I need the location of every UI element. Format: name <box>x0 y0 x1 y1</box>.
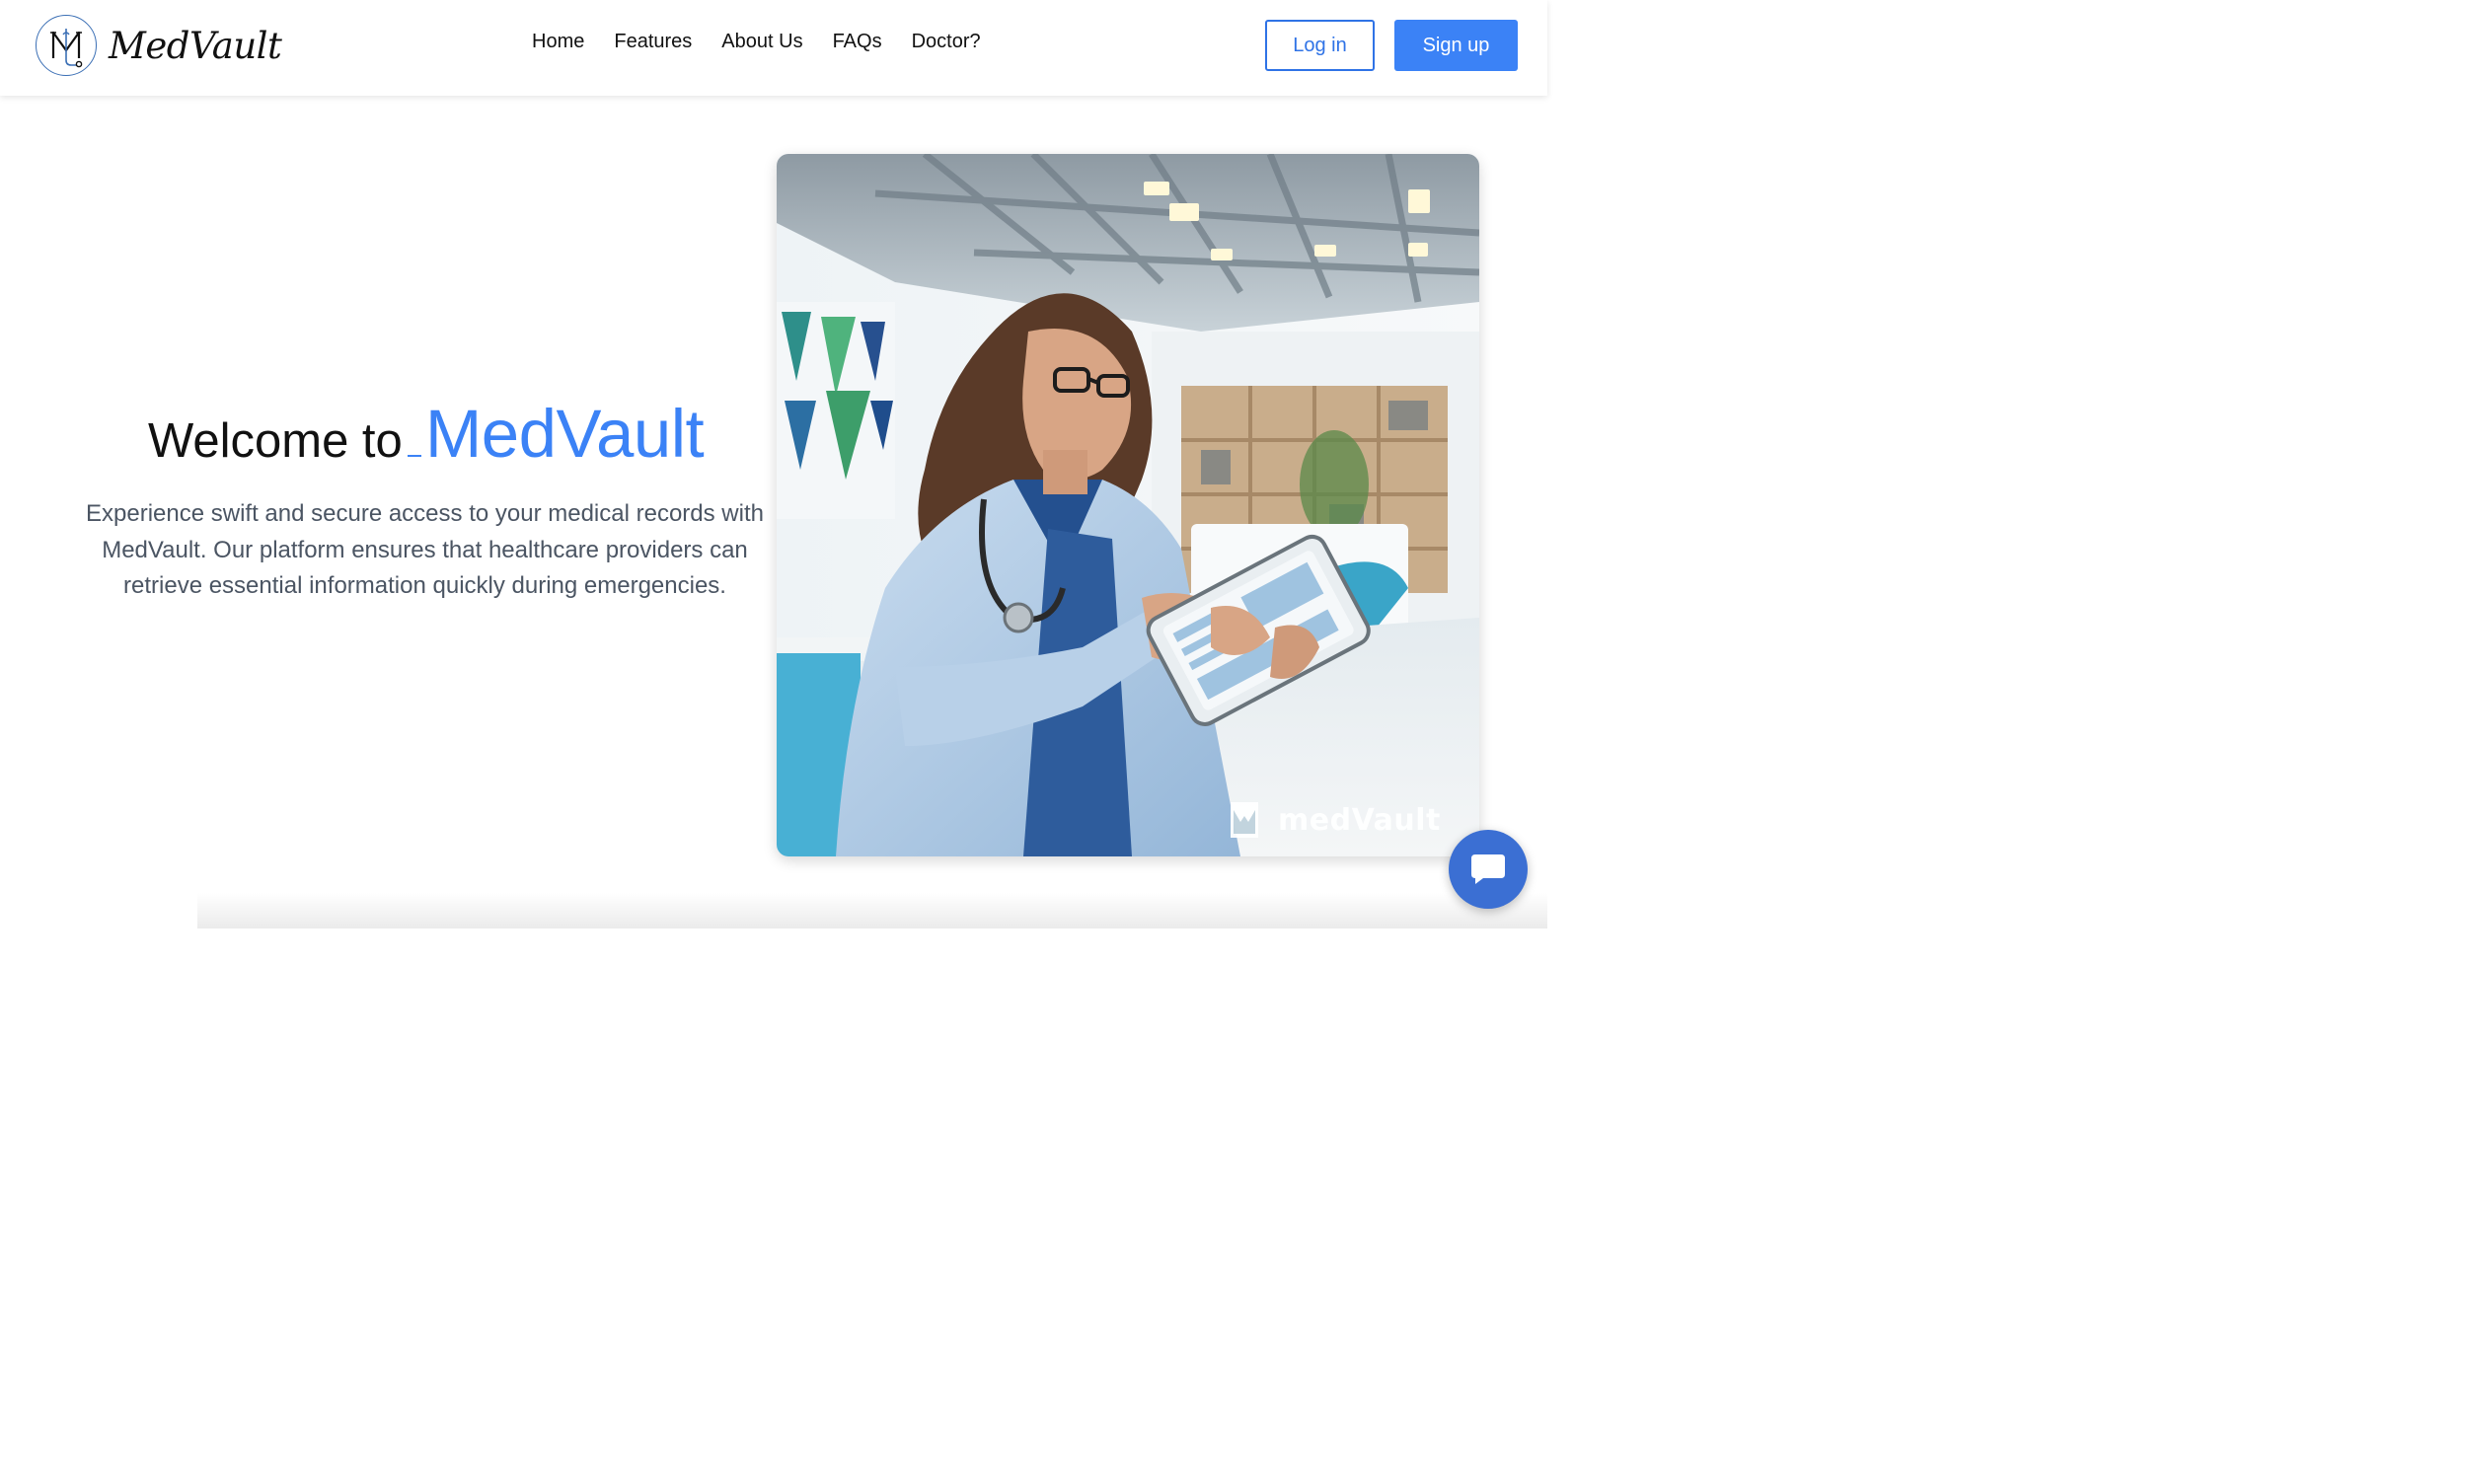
signup-button[interactable]: Sign up <box>1394 20 1518 71</box>
hero-description: Experience swift and secure access to yo… <box>86 500 764 599</box>
medvault-stethoscope-logo-icon <box>36 15 97 76</box>
nav-about-us[interactable]: About Us <box>721 31 802 53</box>
nav-features[interactable]: Features <box>614 31 692 53</box>
nav-faqs[interactable]: FAQs <box>833 31 882 53</box>
nav-home[interactable]: Home <box>532 31 584 53</box>
hero-image-doctor-tablet: medVault <box>777 154 1479 856</box>
nav-doctor[interactable]: Doctor? <box>912 31 981 53</box>
image-watermark: medVault <box>1229 800 1441 840</box>
hero-brand-text: MedVault <box>424 396 705 472</box>
bottom-section-edge <box>197 893 1547 928</box>
hero-heading: Welcome to MedVault <box>148 395 705 473</box>
brand-logo-link[interactable]: MedVault <box>36 14 282 77</box>
hero-cursor-underscore <box>407 455 421 457</box>
main-nav: Home Features About Us FAQs Doctor? <box>532 31 981 53</box>
brand-name: MedVault <box>109 24 282 67</box>
watermark-text: medVault <box>1278 802 1441 838</box>
hero-welcome-text: Welcome to <box>148 414 403 468</box>
chat-bubble-icon <box>1471 854 1505 884</box>
chat-button[interactable] <box>1449 830 1528 909</box>
site-header: MedVault Home Features About Us FAQs Doc… <box>0 0 1547 96</box>
medvault-mark-icon <box>1231 802 1258 838</box>
login-button[interactable]: Log in <box>1265 20 1375 71</box>
